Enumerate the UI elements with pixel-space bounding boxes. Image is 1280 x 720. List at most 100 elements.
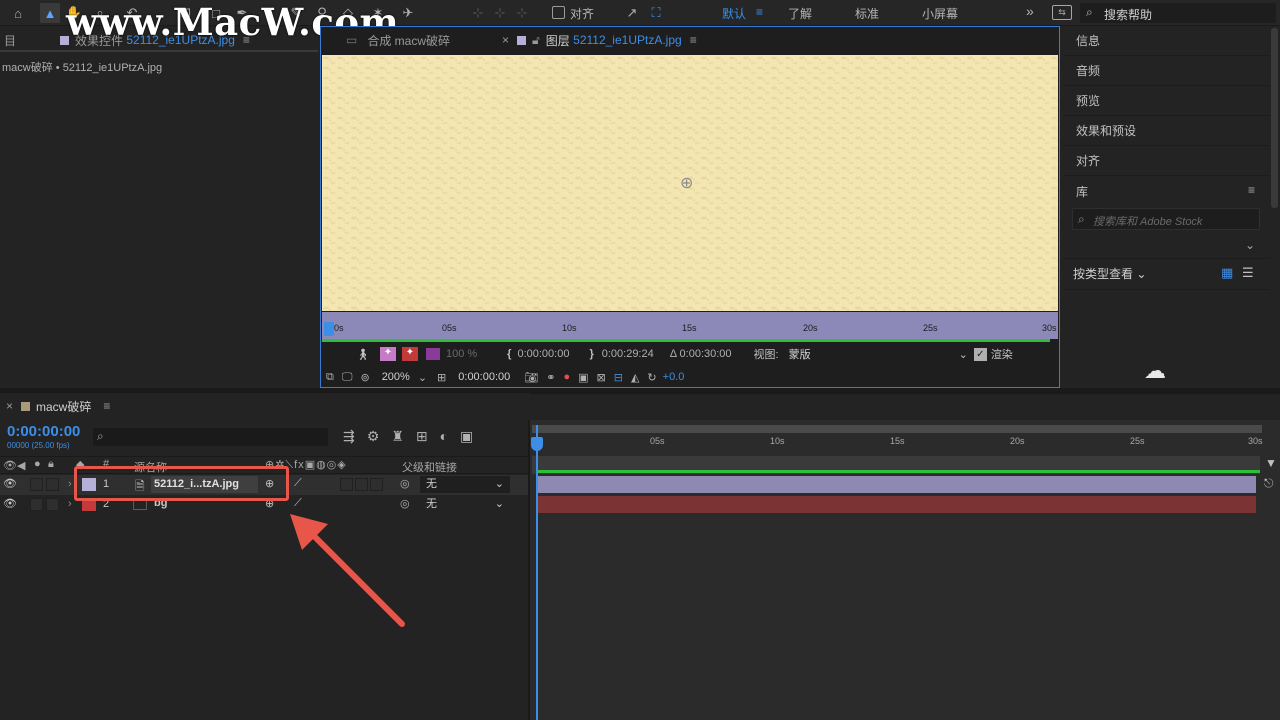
search-help-field[interactable]: ⌕ 搜索帮助 [1080, 3, 1276, 23]
viewer-menu-icon[interactable]: ≡ [690, 33, 697, 47]
parent-dropdown[interactable]: 无 ⌄ [420, 496, 510, 513]
layer-canvas-image[interactable]: ⊕ [322, 55, 1058, 311]
timecode-display[interactable]: 0:00:00:00 [7, 423, 80, 440]
parent-link-header[interactable]: 父级和链接 [402, 459, 457, 475]
more-workspaces-icon[interactable]: » [1026, 3, 1034, 19]
audio-panel[interactable]: 音频 [1064, 56, 1270, 86]
zoom-dropdown[interactable]: 200% [382, 371, 410, 383]
in-time[interactable]: 0:00:00:00 [517, 348, 569, 360]
timeline-work-area[interactable] [532, 425, 1262, 433]
workspace-default[interactable]: 默认 [722, 5, 746, 22]
resolution-icon[interactable]: ▣ [578, 371, 588, 384]
timeline-menu-icon[interactable]: ≡ [103, 399, 110, 413]
visibility-eye-icon[interactable]: 👁︎ [3, 477, 17, 490]
render-icon[interactable]: ✦ [401, 347, 418, 361]
show-snapshot-icon[interactable]: ⚭ [546, 371, 555, 384]
timeline-end-marker-icon[interactable]: ▼ [1265, 456, 1277, 470]
expand-chevron-icon[interactable]: › [68, 478, 72, 490]
layer-tab[interactable]: × 🔓︎ 图层 52112_ie1UPtzA.jpg ≡ [502, 28, 697, 52]
library-menu-icon[interactable]: ≡ [1248, 183, 1255, 197]
layer-2-duration-bar[interactable] [538, 496, 1256, 513]
timeline-tick: 10s [770, 436, 785, 446]
lock-column-icon[interactable]: 🔒︎ [48, 458, 54, 471]
vr-goggles-icon[interactable]: ⊚ [360, 371, 369, 384]
right-panel-scrollbar[interactable] [1271, 28, 1278, 208]
viewer-playhead[interactable] [324, 322, 334, 336]
comp-tab-label: macw破碎 [36, 399, 92, 414]
timeline-playhead-handle[interactable] [531, 437, 543, 451]
world-axis-icon[interactable]: ⊹ [490, 3, 510, 23]
selection-tool-icon[interactable]: ▲ [40, 3, 60, 23]
out-time[interactable]: 0:00:29:24 [602, 348, 654, 360]
workspace-small-screen[interactable]: 小屏幕 [922, 5, 958, 22]
onion-skin-icon[interactable]: ✦ [379, 347, 396, 361]
workspace-menu-icon[interactable]: ≡ [756, 5, 763, 19]
snap-icon[interactable]: ↗ [622, 3, 642, 23]
snap-target-icon[interactable]: ⛶ [646, 3, 666, 23]
layer-1-duration-bar[interactable] [538, 476, 1256, 493]
reset-exposure-icon[interactable]: ◭ [631, 371, 639, 384]
camera-snapshot-icon[interactable]: 📷︎ [524, 371, 538, 384]
solo-box[interactable] [30, 498, 43, 511]
viewer-time-ruler[interactable]: 0s 05s 10s 15s 20s 25s 30s [322, 320, 1058, 339]
align-panel[interactable]: 对齐 [1064, 146, 1270, 176]
frame-blend-switch[interactable] [355, 478, 368, 491]
work-area-bar[interactable] [322, 312, 1058, 320]
workspace-learn[interactable]: 了解 [788, 5, 812, 22]
parent-dropdown[interactable]: 无 ⌄ [420, 476, 510, 493]
always-preview-icon[interactable]: ⧉ [326, 371, 334, 384]
align-checkbox[interactable] [552, 6, 565, 19]
guides-icon[interactable]: ⊟ [614, 371, 623, 384]
in-point-icon[interactable]: { [507, 348, 511, 360]
audio-toggle-icon[interactable]: ◀ [17, 459, 25, 472]
exposure-value[interactable]: +0.0 [663, 371, 685, 383]
video-toggle-icon[interactable]: 👁︎ [3, 459, 17, 472]
render-checkbox[interactable]: ✓ [973, 347, 987, 361]
timeline-comp-tab[interactable]: × macw破碎 ≡ [6, 394, 110, 418]
transparency-grid-icon[interactable]: ⊠ [597, 371, 606, 384]
pickwhip-icon[interactable]: ◎ [400, 477, 410, 490]
out-point-icon[interactable]: } [589, 348, 593, 360]
list-view-icon[interactable]: ☰ [1242, 265, 1254, 281]
current-time[interactable]: 0:00:00:00 [458, 371, 510, 383]
local-axis-icon[interactable]: ⊹ [468, 3, 488, 23]
timeline-ruler[interactable]: 0s 05s 10s 15s 20s 25s 30s [532, 433, 1263, 453]
view-axis-icon[interactable]: ⊹ [512, 3, 532, 23]
visibility-eye-icon[interactable]: 👁︎ [3, 497, 17, 510]
composition-tab[interactable]: ▭ 合成 macw破碎 [346, 28, 450, 52]
motion-blur-switch[interactable] [370, 478, 383, 491]
refresh-icon[interactable]: ↻ [647, 371, 656, 384]
view-by-type-dropdown[interactable]: 按类型查看 ⌄ [1073, 265, 1146, 282]
close-icon[interactable]: × [502, 33, 509, 47]
grid-view-icon[interactable]: ▦ [1221, 265, 1233, 281]
home-icon[interactable]: ⌂ [8, 3, 28, 23]
region-of-interest-icon[interactable]: ⊞ [437, 371, 446, 384]
zoom-chevron-icon[interactable]: ⌄ [418, 371, 427, 384]
effects-presets-panel[interactable]: 效果和预设 [1064, 116, 1270, 146]
motion-path-icon[interactable]: 🚶︎ [356, 348, 370, 361]
expand-chevron-icon[interactable]: › [68, 498, 72, 510]
timeline-playhead-line[interactable] [536, 425, 538, 720]
workspace-standard[interactable]: 标准 [855, 5, 879, 22]
solo-box[interactable] [30, 478, 43, 491]
lock-box[interactable] [46, 498, 59, 511]
layer-search-input[interactable]: ⌕ [93, 428, 328, 446]
anchor-point-icon[interactable]: ⊕ [680, 173, 693, 193]
effects-switch[interactable] [340, 478, 353, 491]
library-dropdown-chevron-icon[interactable]: ⌄ [1245, 238, 1255, 252]
quality-switch-icon[interactable]: ⟋ [294, 477, 302, 490]
view-dropdown[interactable]: 蒙版 [789, 346, 959, 362]
screen-icon[interactable]: ⇆ [1052, 5, 1072, 20]
channels-icon[interactable]: ● [563, 371, 570, 383]
solo-icon[interactable]: ● [34, 458, 41, 470]
info-panel[interactable]: 信息 [1064, 26, 1270, 56]
chevron-down-icon[interactable]: ⌄ [959, 348, 968, 361]
monitor-icon[interactable]: 🖵︎ [342, 371, 353, 384]
puppet-tool-icon[interactable]: ✈ [398, 3, 418, 23]
lock-box[interactable] [46, 478, 59, 491]
preview-panel[interactable]: 预览 [1064, 86, 1270, 116]
close-icon[interactable]: × [6, 399, 13, 413]
timeline-nav-icon[interactable]: ⎋ [1264, 476, 1274, 491]
library-search-field[interactable]: ⌕ 搜索库和 Adobe Stock [1072, 208, 1260, 230]
color-swatch[interactable] [425, 348, 440, 360]
